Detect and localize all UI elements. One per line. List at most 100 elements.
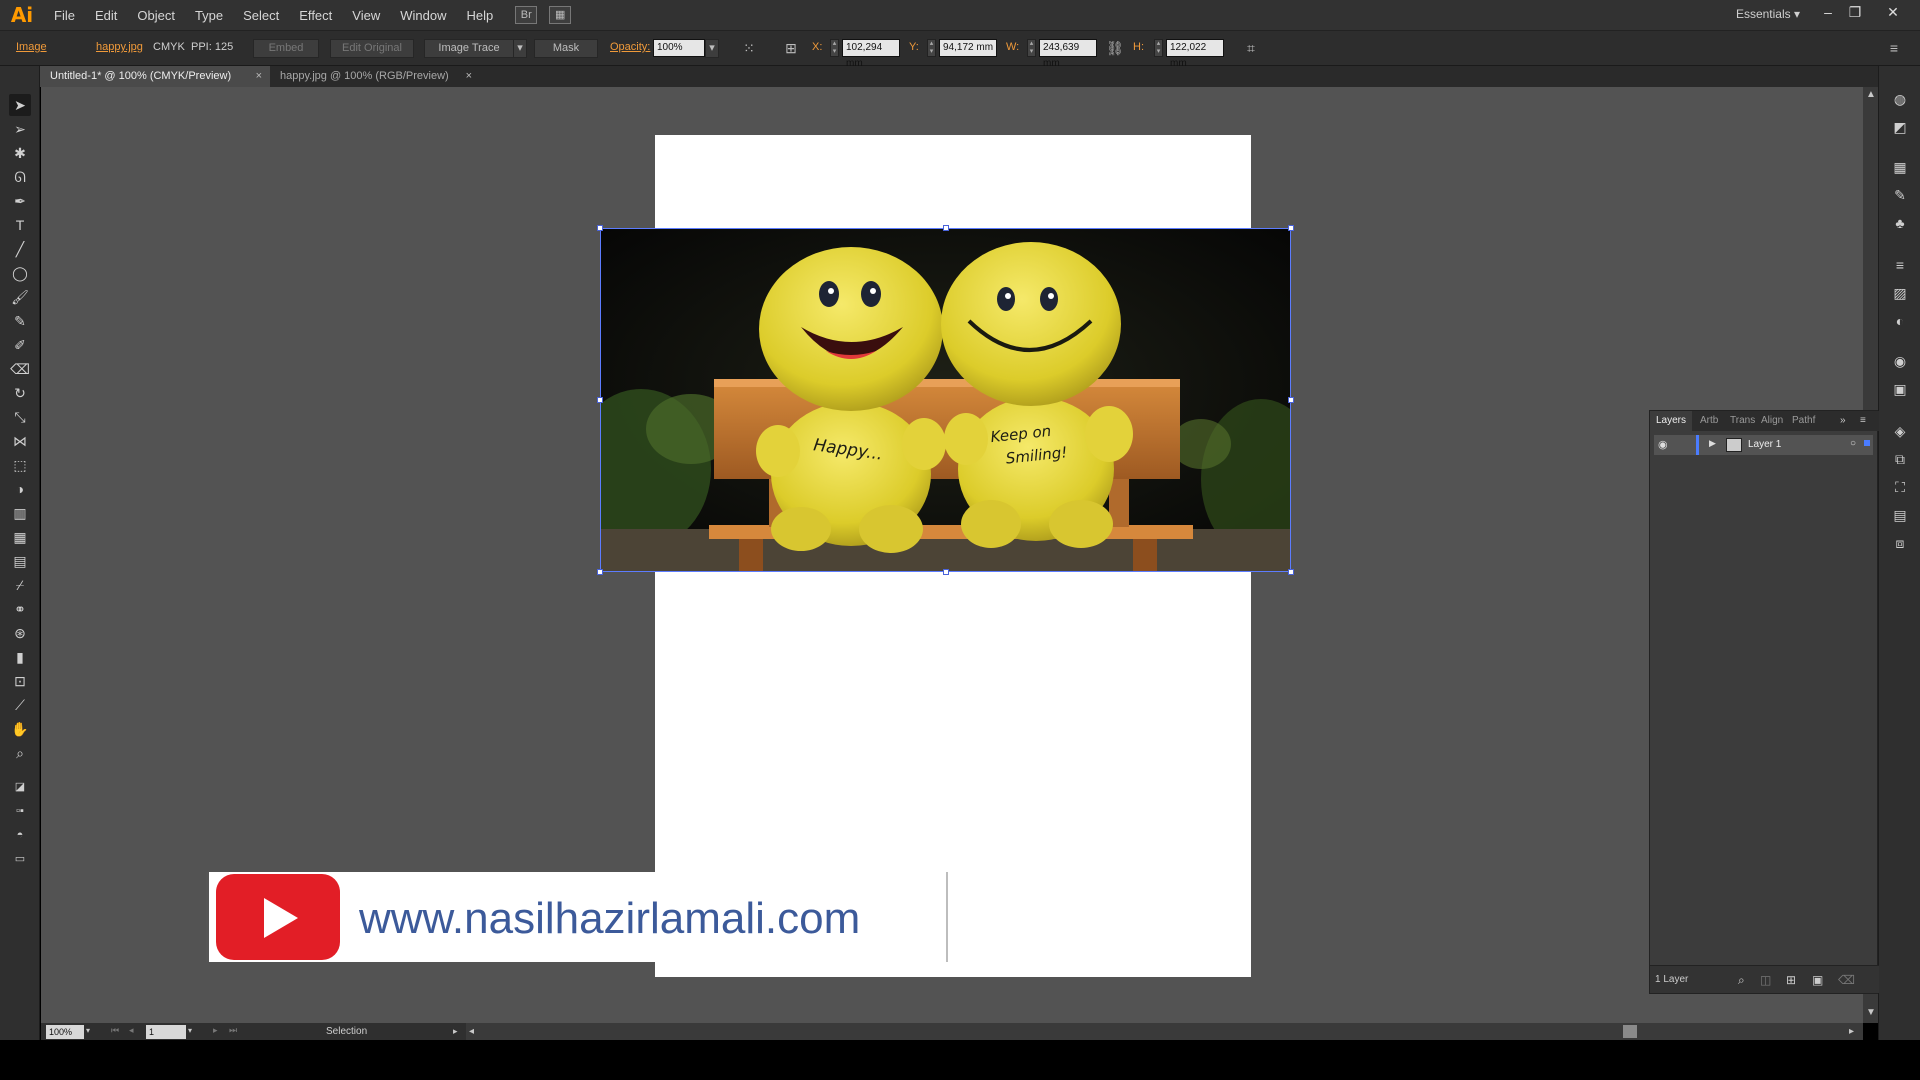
zoom-field[interactable]: 100%	[46, 1025, 84, 1039]
tab-artboards[interactable]: Artb	[1700, 411, 1718, 431]
opacity-field[interactable]: 100%	[653, 39, 705, 57]
w-field[interactable]: 243,639 mm	[1039, 39, 1097, 69]
artboard-number-field[interactable]: 1	[146, 1025, 186, 1039]
shape-builder-tool-icon[interactable]: ◑	[9, 478, 31, 500]
menu-help[interactable]: Help	[456, 8, 503, 23]
tab-align[interactable]: Align	[1761, 411, 1783, 431]
free-transform-tool-icon[interactable]: ⬚	[9, 454, 31, 476]
opacity-dropdown[interactable]: ▾	[705, 39, 719, 58]
pen-tool-icon[interactable]: ✒	[9, 190, 31, 212]
pencil-tool-icon[interactable]: ✎	[9, 310, 31, 332]
perspective-grid-tool-icon[interactable]: ▥	[9, 502, 31, 524]
arrange-documents-icon[interactable]: ▦	[549, 6, 572, 24]
menu-type[interactable]: Type	[185, 8, 233, 23]
pathfinder-panel-icon[interactable]: ⧈	[1889, 532, 1911, 554]
magic-wand-tool-icon[interactable]: ✱	[9, 142, 31, 164]
menu-view[interactable]: View	[342, 8, 390, 23]
eyedropper-tool-icon[interactable]: ⌿	[9, 574, 31, 596]
minimize-button[interactable]: –	[1815, 2, 1841, 22]
gradient-tool-icon[interactable]: ▤	[9, 550, 31, 572]
expand-triangle-icon[interactable]: ▶	[1709, 438, 1716, 449]
y-stepper[interactable]: ▴ ▾	[927, 39, 936, 57]
menu-select[interactable]: Select	[233, 8, 289, 23]
next-artboard-icon[interactable]: ▸	[213, 1025, 218, 1036]
h-stepper[interactable]: ▴ ▾	[1154, 39, 1163, 57]
selection-handle-br[interactable]	[1288, 569, 1294, 575]
selection-handle-bl[interactable]	[597, 569, 603, 575]
delete-layer-icon[interactable]: ⌫	[1838, 973, 1855, 987]
last-artboard-icon[interactable]: ⏭	[229, 1025, 237, 1036]
color-guide-icon[interactable]: ◩	[1889, 116, 1911, 138]
constrain-proportions-icon[interactable]: ⛓	[1104, 38, 1126, 58]
reference-point-icon[interactable]: ⊞	[780, 38, 802, 58]
stroke-panel-icon[interactable]: ≡	[1889, 254, 1911, 276]
y-field[interactable]: 94,172 mm	[939, 39, 997, 57]
fill-stroke-icon[interactable]: ◪	[9, 776, 31, 798]
ellipse-tool-icon[interactable]: ◯	[9, 262, 31, 284]
image-trace-button[interactable]: Image Trace	[424, 39, 514, 58]
status-menu-icon[interactable]: ▸	[453, 1026, 458, 1037]
menu-file[interactable]: File	[44, 8, 85, 23]
scroll-down-icon[interactable]: ▼	[1866, 1007, 1876, 1018]
transform-reference-icon[interactable]: ⁙	[738, 38, 760, 58]
menu-effect[interactable]: Effect	[289, 8, 342, 23]
selection-tool-icon[interactable]: ➤	[9, 94, 31, 116]
symbol-sprayer-tool-icon[interactable]: ⊛	[9, 622, 31, 644]
locate-object-icon[interactable]: ⌕	[1738, 973, 1745, 988]
artboard-dropdown-icon[interactable]: ▾	[188, 1026, 192, 1035]
brushes-panel-icon[interactable]: ✎	[1889, 184, 1911, 206]
type-tool-icon[interactable]: T	[9, 214, 31, 236]
screen-mode-icon[interactable]: ▭	[9, 848, 31, 870]
direct-selection-tool-icon[interactable]: ➢	[9, 118, 31, 140]
scroll-up-icon[interactable]: ▲	[1866, 89, 1876, 100]
new-layer-icon[interactable]: ▣	[1812, 973, 1823, 987]
transform-icon[interactable]: ⌗	[1240, 38, 1262, 58]
zoom-tool-icon[interactable]: ⌕	[9, 742, 31, 764]
transform-panel-icon[interactable]: ⛶	[1889, 476, 1911, 498]
line-tool-icon[interactable]: ╱	[9, 238, 31, 260]
image-trace-dropdown[interactable]: ▾	[513, 39, 527, 58]
slice-tool-icon[interactable]: ⟋	[9, 694, 31, 716]
opacity-label[interactable]: Opacity:	[610, 41, 650, 53]
first-artboard-icon[interactable]: ⏮	[111, 1025, 119, 1036]
lasso-tool-icon[interactable]: ᘏ	[9, 166, 31, 188]
layer-row-layer-1[interactable]: ◉ ▶ Layer 1 ○	[1654, 435, 1873, 455]
hand-tool-icon[interactable]: ✋	[9, 718, 31, 740]
h-field[interactable]: 122,022 mm	[1166, 39, 1224, 69]
tab-transform[interactable]: Trans	[1730, 411, 1755, 431]
placed-image-happy-jpg[interactable]: Happy... Keep on Smiling!	[600, 228, 1291, 572]
tab-pathfinder[interactable]: Pathf	[1792, 411, 1815, 431]
rotate-tool-icon[interactable]: ↻	[9, 382, 31, 404]
x-stepper[interactable]: ▴ ▾	[830, 39, 839, 57]
column-graph-tool-icon[interactable]: ▮	[9, 646, 31, 668]
linked-file-link[interactable]: happy.jpg	[96, 41, 143, 53]
target-circle-icon[interactable]: ○	[1850, 438, 1856, 449]
swatches-panel-icon[interactable]: ▦	[1889, 156, 1911, 178]
color-panel-icon[interactable]: ◍	[1889, 88, 1911, 110]
transparency-panel-icon[interactable]: ◐	[1889, 310, 1911, 332]
new-sublayer-icon[interactable]: ⊞	[1786, 973, 1796, 987]
tab-happy-jpg[interactable]: happy.jpg @ 100% (RGB/Preview) ×	[270, 66, 480, 87]
mask-button[interactable]: Mask	[534, 39, 598, 58]
selection-handle-tr[interactable]	[1288, 225, 1294, 231]
blob-brush-tool-icon[interactable]: ✐	[9, 334, 31, 356]
paintbrush-tool-icon[interactable]: 🖌	[9, 286, 31, 308]
close-icon[interactable]: ×	[466, 66, 472, 87]
close-icon[interactable]: ×	[256, 66, 262, 87]
scroll-right-icon[interactable]: ▸	[1849, 1026, 1854, 1037]
eraser-tool-icon[interactable]: ⌫	[9, 358, 31, 380]
gradient-panel-icon[interactable]: ▨	[1889, 282, 1911, 304]
edit-original-button[interactable]: Edit Original	[330, 39, 414, 58]
align-panel-icon[interactable]: ▤	[1889, 504, 1911, 526]
tab-layers[interactable]: Layers	[1650, 411, 1693, 431]
restore-button[interactable]: ❐	[1842, 2, 1868, 22]
scroll-left-icon[interactable]: ◂	[469, 1026, 474, 1037]
color-mode-icon[interactable]: ▫▪	[9, 800, 31, 822]
x-field[interactable]: 102,294 mm	[842, 39, 900, 69]
selection-indicator[interactable]	[1864, 440, 1870, 446]
bridge-icon[interactable]: Br	[515, 6, 538, 24]
zoom-dropdown-icon[interactable]: ▾	[86, 1026, 90, 1035]
artboards-panel-icon[interactable]: ⧉	[1889, 448, 1911, 470]
selection-handle-tl[interactable]	[597, 225, 603, 231]
selection-handle-ml[interactable]	[597, 397, 603, 403]
